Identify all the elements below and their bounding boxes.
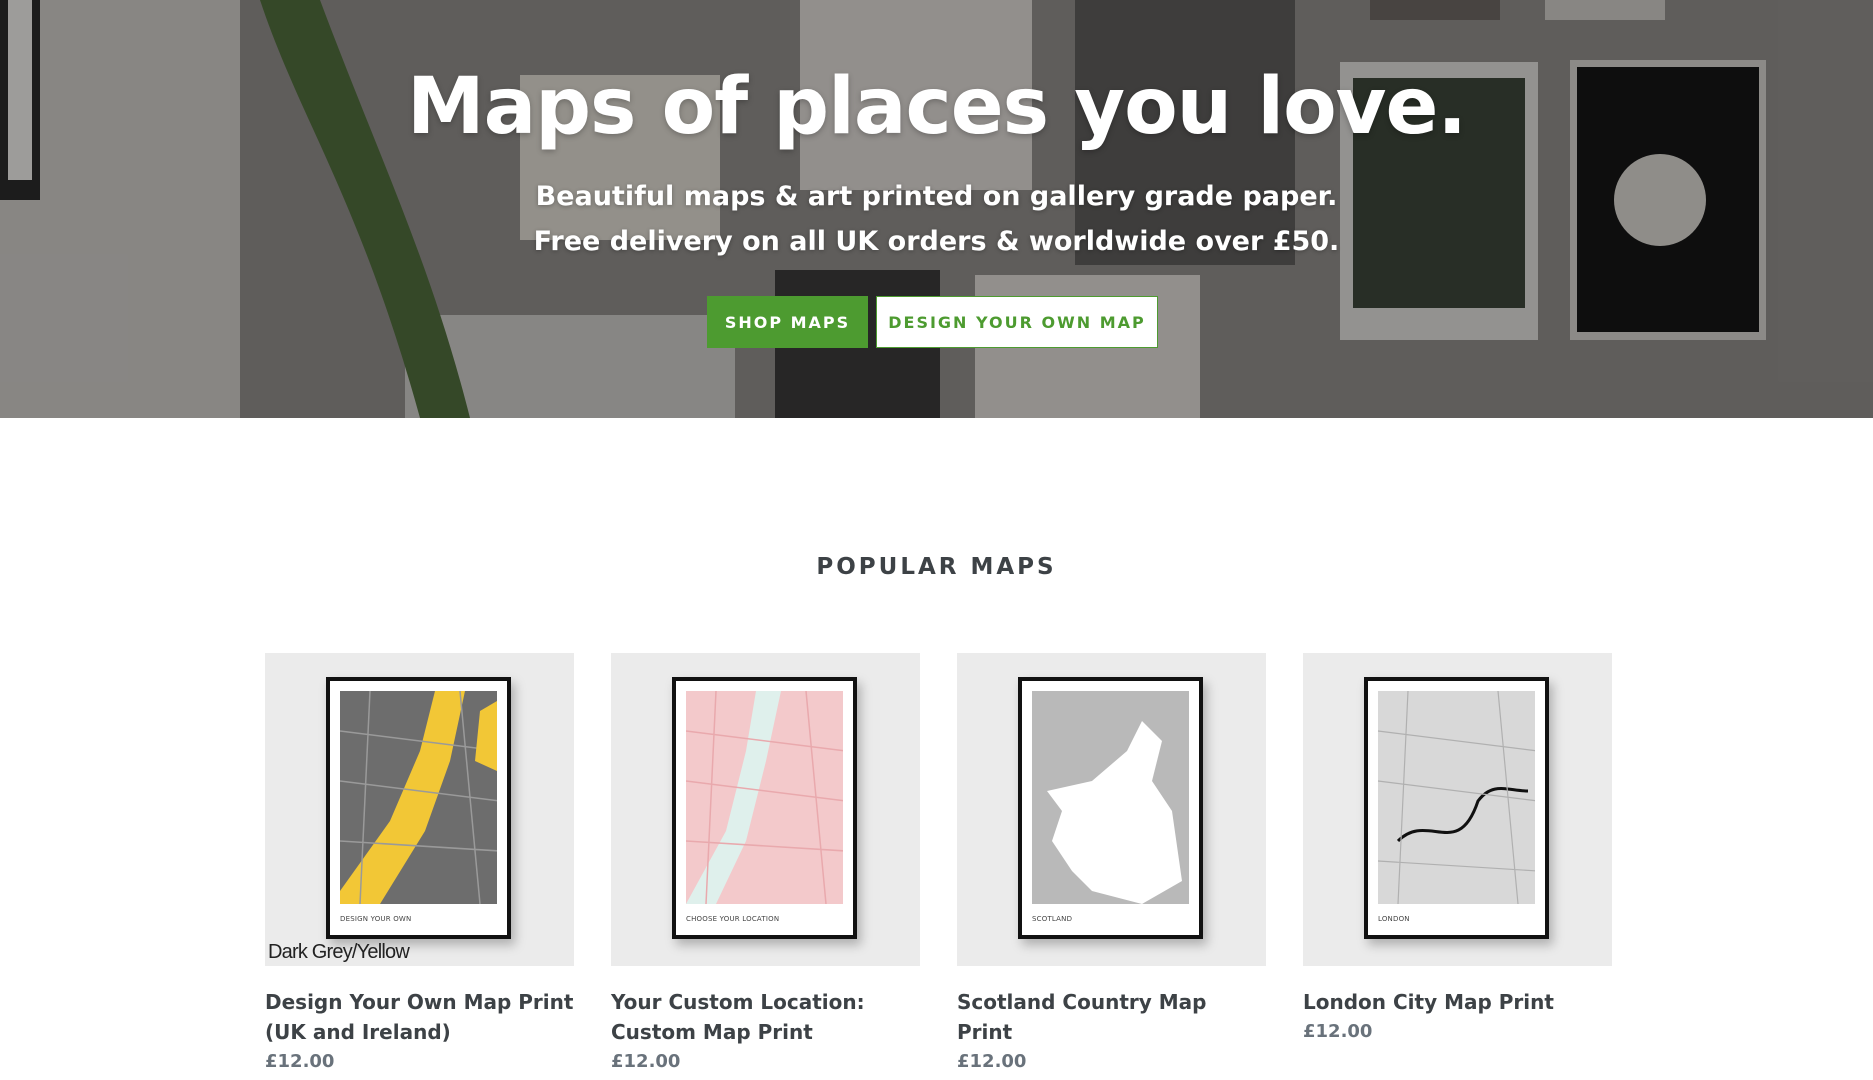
product-card[interactable]: DESIGN YOUR OWN Dark Grey/Yellow Design … bbox=[265, 653, 574, 1077]
design-your-own-map-button[interactable]: DESIGN YOUR OWN MAP bbox=[876, 296, 1158, 348]
product-image[interactable]: DESIGN YOUR OWN Dark Grey/Yellow bbox=[265, 653, 574, 966]
product-price: £12.00 bbox=[611, 1051, 681, 1072]
map-image-dark-grey-yellow bbox=[340, 691, 497, 904]
hero-buttons: SHOP MAPS DESIGN YOUR OWN MAP bbox=[0, 296, 1873, 348]
product-card[interactable]: LONDON London City Map Print £12.00 bbox=[1303, 653, 1612, 1077]
hero-title: Maps of places you love. bbox=[406, 62, 1467, 152]
product-title[interactable]: Design Your Own Map Print (UK and Irelan… bbox=[265, 987, 574, 1047]
product-price: £12.00 bbox=[1303, 1021, 1373, 1042]
map-image-pink bbox=[686, 691, 843, 904]
product-card[interactable]: CHOOSE YOUR LOCATION Your Custom Locatio… bbox=[611, 653, 920, 1077]
product-price: £12.00 bbox=[957, 1051, 1027, 1072]
product-price: £12.00 bbox=[265, 1051, 335, 1072]
product-image[interactable]: LONDON bbox=[1303, 653, 1612, 966]
framed-map-print: DESIGN YOUR OWN bbox=[326, 677, 511, 939]
product-card[interactable]: SCOTLAND Scotland Country Map Print £12.… bbox=[957, 653, 1266, 1077]
hero-subtitle-line-1: Beautiful maps & art printed on gallery … bbox=[535, 181, 1338, 212]
product-grid: DESIGN YOUR OWN Dark Grey/Yellow Design … bbox=[265, 653, 1612, 1077]
frame-label: LONDON bbox=[1378, 915, 1410, 923]
frame-label: DESIGN YOUR OWN bbox=[340, 915, 412, 923]
hero-banner: Maps of places you love. Beautiful maps … bbox=[0, 0, 1873, 418]
shop-maps-button[interactable]: SHOP MAPS bbox=[707, 296, 868, 348]
framed-map-print: CHOOSE YOUR LOCATION bbox=[672, 677, 857, 939]
product-image[interactable]: CHOOSE YOUR LOCATION bbox=[611, 653, 920, 966]
product-title[interactable]: London City Map Print bbox=[1303, 987, 1612, 1017]
popular-maps-heading: POPULAR MAPS bbox=[816, 554, 1057, 580]
frame-label: SCOTLAND bbox=[1032, 915, 1073, 923]
image-caption: Dark Grey/Yellow bbox=[268, 941, 410, 963]
frame-label: CHOOSE YOUR LOCATION bbox=[686, 915, 780, 923]
product-title[interactable]: Your Custom Location: Custom Map Print bbox=[611, 987, 920, 1047]
map-image-london bbox=[1378, 691, 1535, 904]
map-image-scotland bbox=[1032, 691, 1189, 904]
framed-map-print: LONDON bbox=[1364, 677, 1549, 939]
hero-subtitle-line-2: Free delivery on all UK orders & worldwi… bbox=[533, 226, 1340, 257]
product-image[interactable]: SCOTLAND bbox=[957, 653, 1266, 966]
hero-subtitle: Beautiful maps & art printed on gallery … bbox=[0, 174, 1873, 264]
product-title[interactable]: Scotland Country Map Print bbox=[957, 987, 1266, 1047]
framed-map-print: SCOTLAND bbox=[1018, 677, 1203, 939]
